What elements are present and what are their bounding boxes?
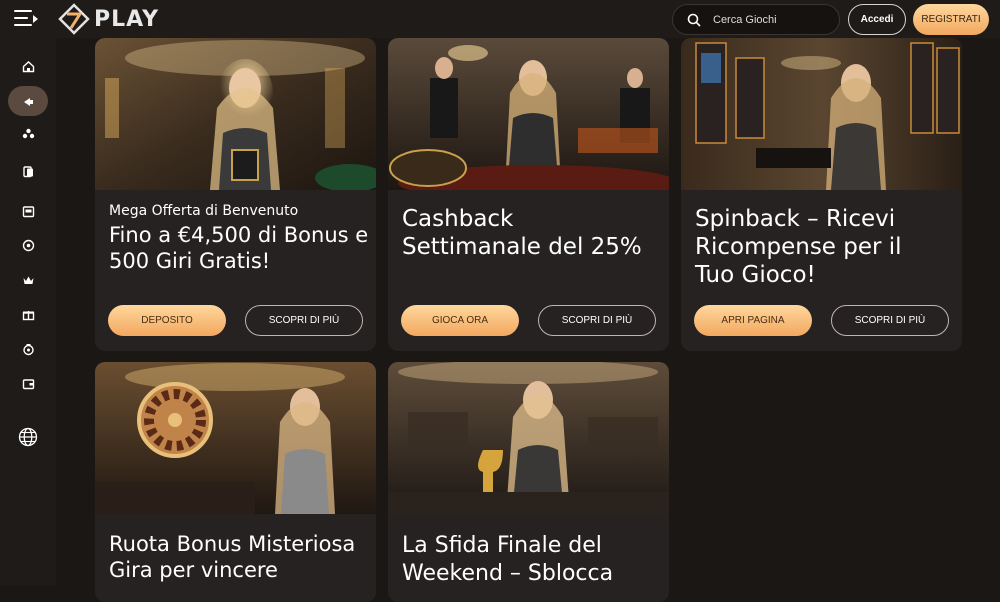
sidebar-item-cards[interactable] bbox=[8, 156, 48, 186]
promo-image-cashback bbox=[388, 38, 669, 190]
promo-title-line: 500 Giri Gratis! bbox=[109, 249, 271, 273]
menu-toggle-icon[interactable] bbox=[14, 10, 38, 28]
sidebar bbox=[0, 38, 56, 586]
promo-title-line: Gira per vincere bbox=[109, 558, 278, 582]
sidebar-item-roulette[interactable] bbox=[8, 230, 48, 260]
slot-machine-icon bbox=[22, 205, 34, 217]
promo-image-mystery-wheel bbox=[95, 362, 376, 514]
promo-title-line: Cashback bbox=[402, 206, 514, 232]
learn-more-button[interactable]: SCOPRI DI PIÙ bbox=[538, 305, 656, 336]
promo-title-line: Weekend – Sblocca bbox=[402, 561, 614, 586]
top-bar: PLAY Accedi REGISTRATI bbox=[0, 0, 1000, 38]
roulette-icon bbox=[22, 239, 34, 251]
deposit-button[interactable]: DEPOSITO bbox=[108, 305, 226, 336]
promo-card-welcome: Mega Offerta di Benvenuto Fino a €4,500 … bbox=[95, 38, 376, 351]
promo-card-cashback: Cashback Settimanale del 25% GIOCA ORA S… bbox=[388, 38, 669, 351]
logo[interactable]: PLAY bbox=[58, 3, 159, 35]
play-now-button[interactable]: GIOCA ORA bbox=[401, 305, 519, 336]
promo-title: Spinback – Ricevi Ricompense per il Tuo … bbox=[695, 205, 902, 289]
promo-card-weekend-challenge: La Sfida Finale del Weekend – Sblocca bbox=[388, 362, 669, 602]
open-page-button[interactable]: APRI PAGINA bbox=[694, 305, 812, 336]
sidebar-item-games[interactable] bbox=[8, 119, 48, 149]
games-icon bbox=[22, 128, 34, 138]
sidebar-item-tournaments[interactable] bbox=[8, 334, 48, 364]
promo-title-line: Fino a €4,500 di Bonus e bbox=[109, 223, 369, 247]
search-box[interactable] bbox=[672, 4, 840, 35]
promo-title: Cashback Settimanale del 25% bbox=[402, 205, 642, 261]
register-button[interactable]: REGISTRATI bbox=[913, 4, 989, 35]
search-icon bbox=[687, 13, 701, 27]
promo-image-weekend-challenge bbox=[388, 362, 669, 514]
sidebar-item-slots[interactable] bbox=[8, 196, 48, 226]
promo-image-spinback bbox=[681, 38, 962, 190]
sidebar-item-home[interactable] bbox=[8, 51, 48, 81]
promo-title: Ruota Bonus Misteriosa Gira per vincere bbox=[109, 531, 355, 583]
sidebar-item-promotions[interactable] bbox=[8, 86, 48, 116]
login-button[interactable]: Accedi bbox=[848, 4, 906, 35]
promo-image-welcome bbox=[95, 38, 376, 190]
trophy-icon bbox=[22, 343, 34, 355]
sidebar-item-gifts[interactable] bbox=[8, 299, 48, 329]
search-input[interactable] bbox=[713, 13, 833, 26]
gift-icon bbox=[22, 310, 34, 320]
promo-title-line: Ricompense per il bbox=[695, 234, 902, 260]
cards-icon bbox=[22, 165, 33, 177]
promo-title-line: Settimanale del 25% bbox=[402, 234, 642, 260]
promo-card-spinback: Spinback – Ricevi Ricompense per il Tuo … bbox=[681, 38, 962, 351]
promo-title-line: Spinback – Ricevi bbox=[695, 206, 896, 232]
sidebar-item-vip[interactable] bbox=[8, 265, 48, 295]
promo-title: Fino a €4,500 di Bonus e 500 Giri Gratis… bbox=[109, 222, 368, 274]
learn-more-button[interactable]: SCOPRI DI PIÙ bbox=[245, 305, 363, 336]
promo-title: La Sfida Finale del Weekend – Sblocca bbox=[402, 532, 613, 588]
promotions-icon bbox=[23, 97, 33, 106]
logo-seven-icon bbox=[58, 3, 90, 35]
sidebar-item-wallet[interactable] bbox=[8, 368, 48, 398]
home-icon bbox=[22, 60, 34, 72]
promo-title-line: La Sfida Finale del bbox=[402, 533, 602, 558]
promo-subtitle: Mega Offerta di Benvenuto bbox=[109, 203, 299, 219]
promo-title-line: Ruota Bonus Misteriosa bbox=[109, 532, 356, 556]
crown-icon bbox=[23, 276, 33, 284]
wallet-icon bbox=[22, 378, 34, 389]
learn-more-button[interactable]: SCOPRI DI PIÙ bbox=[831, 305, 949, 336]
logo-text: PLAY bbox=[94, 6, 159, 32]
globe-icon[interactable] bbox=[18, 427, 38, 447]
promo-title-line: Tuo Gioco! bbox=[695, 262, 816, 288]
promo-card-mystery-wheel: Ruota Bonus Misteriosa Gira per vincere bbox=[95, 362, 376, 602]
